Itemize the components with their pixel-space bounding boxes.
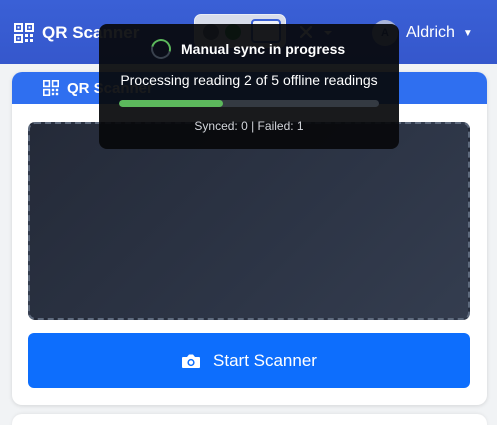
loading-spinner-icon — [147, 35, 175, 63]
sync-title: Manual sync in progress — [181, 41, 346, 57]
camera-icon — [182, 354, 201, 368]
secondary-card — [12, 414, 487, 425]
chevron-down-icon: ▼ — [462, 27, 473, 39]
sync-progress-fill — [119, 100, 223, 107]
qrcode-icon — [14, 23, 34, 43]
camera-viewport — [28, 122, 470, 320]
sync-progress-bar — [119, 100, 379, 107]
sync-progress-toast: Manual sync in progress Processing readi… — [99, 24, 399, 149]
sync-stats: Synced: 0 | Failed: 1 — [194, 119, 304, 133]
start-scanner-button[interactable]: Start Scanner — [28, 333, 470, 388]
sync-header: Manual sync in progress — [147, 35, 346, 63]
start-scanner-label: Start Scanner — [213, 350, 317, 370]
user-name: Aldrich — [406, 24, 455, 41]
qrcode-icon — [43, 80, 59, 96]
sync-progress-text: Processing reading 2 of 5 offline readin… — [120, 72, 378, 88]
